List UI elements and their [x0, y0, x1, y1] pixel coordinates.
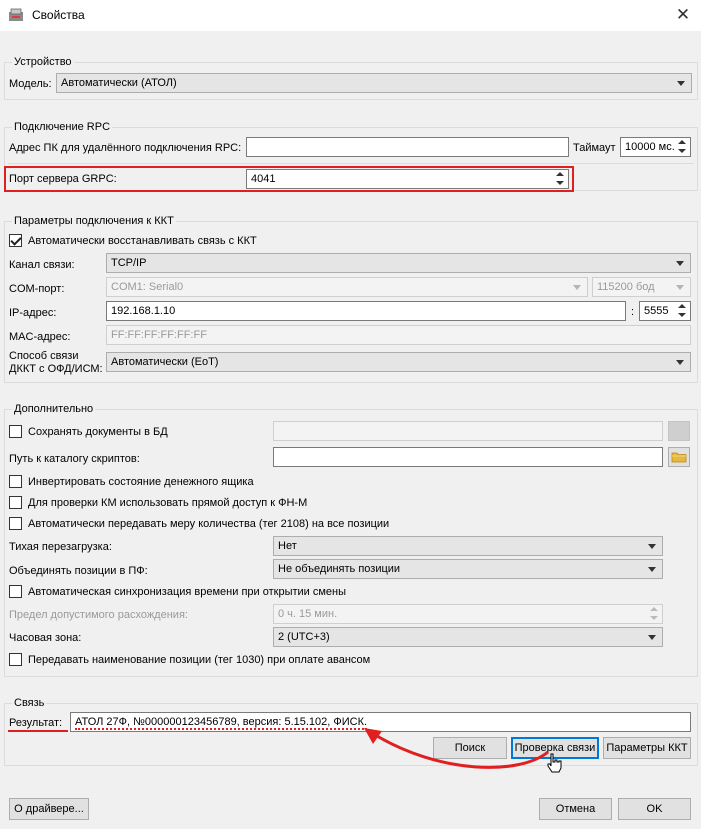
kkt-legend: Параметры подключения к ККТ	[12, 214, 176, 228]
save-docs-label: Сохранять документы в БД	[28, 426, 168, 438]
ip-label: IP-адрес:	[9, 307, 57, 319]
close-icon: ✕	[675, 5, 691, 24]
com-port-select[interactable]: COM1: Serial0	[106, 277, 588, 297]
window-title: Свойства	[32, 8, 85, 22]
extra-legend: Дополнительно	[12, 402, 96, 416]
mac-input[interactable]: FF:FF:FF:FF:FF:FF	[106, 325, 691, 345]
invert-drawer-checkbox[interactable]	[9, 475, 22, 488]
tag2108-label: Автоматически передавать меру количества…	[28, 518, 390, 530]
silent-reboot-label: Тихая перезагрузка:	[9, 541, 112, 553]
com-label: COM-порт:	[9, 283, 65, 295]
chevron-down-icon	[676, 261, 684, 266]
save-docs-browse-button[interactable]	[668, 421, 690, 441]
auto-restore-label: Автоматически восстанавливать связь с КК…	[28, 235, 257, 247]
model-value: Автоматически (АТОЛ)	[61, 77, 177, 89]
mac-label: MAC-адрес:	[9, 331, 71, 343]
timezone-select[interactable]: 2 (UTC+3)	[273, 627, 663, 647]
timeout-label: Таймаут	[573, 142, 616, 154]
ip-input[interactable]: 192.168.1.10	[106, 301, 626, 321]
rpc-address-label: Адрес ПК для удалённого подключения RPC:	[9, 142, 242, 154]
chevron-down-icon	[648, 567, 656, 572]
timeout-value: 10000 мс.	[625, 141, 675, 153]
link-legend: Связь	[12, 696, 47, 710]
ofd-value: Автоматически (EoT)	[111, 356, 219, 368]
tolerance-value: 0 ч. 15 мин.	[278, 608, 338, 620]
hand-cursor-icon	[547, 753, 562, 773]
channel-select[interactable]: TCP/IP	[106, 253, 691, 273]
browse-folder-button[interactable]	[668, 447, 690, 467]
grpc-port-label: Порт сервера GRPC:	[9, 173, 117, 185]
ok-button[interactable]: OK	[618, 798, 691, 820]
silent-reboot-select[interactable]: Нет	[273, 536, 663, 556]
chevron-down-icon	[677, 81, 685, 86]
model-label: Модель:	[9, 78, 52, 90]
chevron-down-icon	[676, 285, 684, 290]
timezone-value: 2 (UTC+3)	[278, 631, 330, 643]
channel-label: Канал связи:	[9, 259, 75, 271]
merge-value: Не объединять позиции	[278, 563, 401, 575]
tolerance-stepper[interactable]: 0 ч. 15 мин.	[273, 604, 663, 624]
cancel-button[interactable]: Отмена	[539, 798, 612, 820]
folder-icon	[671, 452, 687, 463]
spin-arrows-icon[interactable]	[675, 303, 689, 319]
com-port-value: COM1: Serial0	[111, 281, 184, 293]
tag2108-checkbox[interactable]	[9, 517, 22, 530]
result-field: АТОЛ 27Ф, №000000123456789, версия: 5.15…	[70, 712, 691, 732]
scripts-path-input[interactable]	[273, 447, 663, 467]
invert-drawer-label: Инвертировать состояние денежного ящика	[28, 476, 254, 488]
search-button[interactable]: Поиск	[433, 737, 507, 759]
about-driver-button[interactable]: О драйвере...	[9, 798, 89, 820]
tcp-port-stepper[interactable]: 5555	[639, 301, 691, 321]
tag1030-label: Передавать наименование позиции (тег 103…	[28, 654, 371, 666]
silent-reboot-value: Нет	[278, 540, 297, 552]
chevron-down-icon	[648, 544, 656, 549]
chevron-down-icon	[573, 285, 581, 290]
spin-arrows-icon[interactable]	[675, 139, 689, 155]
km-direct-label: Для проверки КМ использовать прямой дост…	[28, 497, 308, 509]
port-separator: :	[631, 306, 635, 318]
rpc-address-input[interactable]	[246, 137, 569, 157]
merge-label: Объединять позиции в ПФ:	[9, 565, 148, 577]
save-docs-path-input[interactable]	[273, 421, 663, 441]
km-direct-checkbox[interactable]	[9, 496, 22, 509]
app-icon	[9, 8, 23, 21]
channel-value: TCP/IP	[111, 257, 147, 269]
grpc-port-stepper[interactable]: 4041	[246, 169, 569, 189]
rpc-legend: Подключение RPC	[12, 120, 113, 134]
spin-arrows-icon[interactable]	[553, 171, 567, 187]
result-label: Результат:	[9, 717, 63, 729]
time-sync-checkbox[interactable]	[9, 585, 22, 598]
kkt-params-button[interactable]: Параметры ККТ	[603, 737, 691, 759]
merge-select[interactable]: Не объединять позиции	[273, 559, 663, 579]
result-label-underline	[8, 730, 68, 732]
chevron-down-icon	[676, 360, 684, 365]
time-sync-label: Автоматическая синхронизация времени при…	[28, 586, 347, 598]
tcp-port-value: 5555	[644, 305, 669, 317]
tag1030-checkbox[interactable]	[9, 653, 22, 666]
divider	[8, 163, 694, 164]
ofd-select[interactable]: Автоматически (EoT)	[106, 352, 691, 372]
baud-value: 115200 бод	[597, 281, 655, 293]
timezone-label: Часовая зона:	[9, 632, 82, 644]
close-button[interactable]: ✕	[668, 3, 698, 28]
device-legend: Устройство	[12, 55, 74, 69]
model-select[interactable]: Автоматически (АТОЛ)	[56, 73, 692, 93]
chevron-down-icon	[648, 635, 656, 640]
result-value: АТОЛ 27Ф, №000000123456789, версия: 5.15…	[75, 716, 368, 730]
title-bar	[0, 0, 701, 31]
save-docs-checkbox[interactable]	[9, 425, 22, 438]
ofd-label-line1: Способ связи	[9, 350, 79, 362]
timeout-stepper[interactable]: 10000 мс.	[620, 137, 691, 157]
grpc-port-value: 4041	[251, 173, 276, 185]
spin-arrows-icon[interactable]	[647, 606, 661, 622]
tolerance-label: Предел допустимого расхождения:	[9, 609, 188, 621]
scripts-label: Путь к каталогу скриптов:	[9, 453, 140, 465]
auto-restore-checkbox[interactable]	[9, 234, 22, 247]
baud-select[interactable]: 115200 бод	[592, 277, 691, 297]
ofd-label-line2: ДККТ с ОФД/ИСМ:	[9, 363, 103, 375]
